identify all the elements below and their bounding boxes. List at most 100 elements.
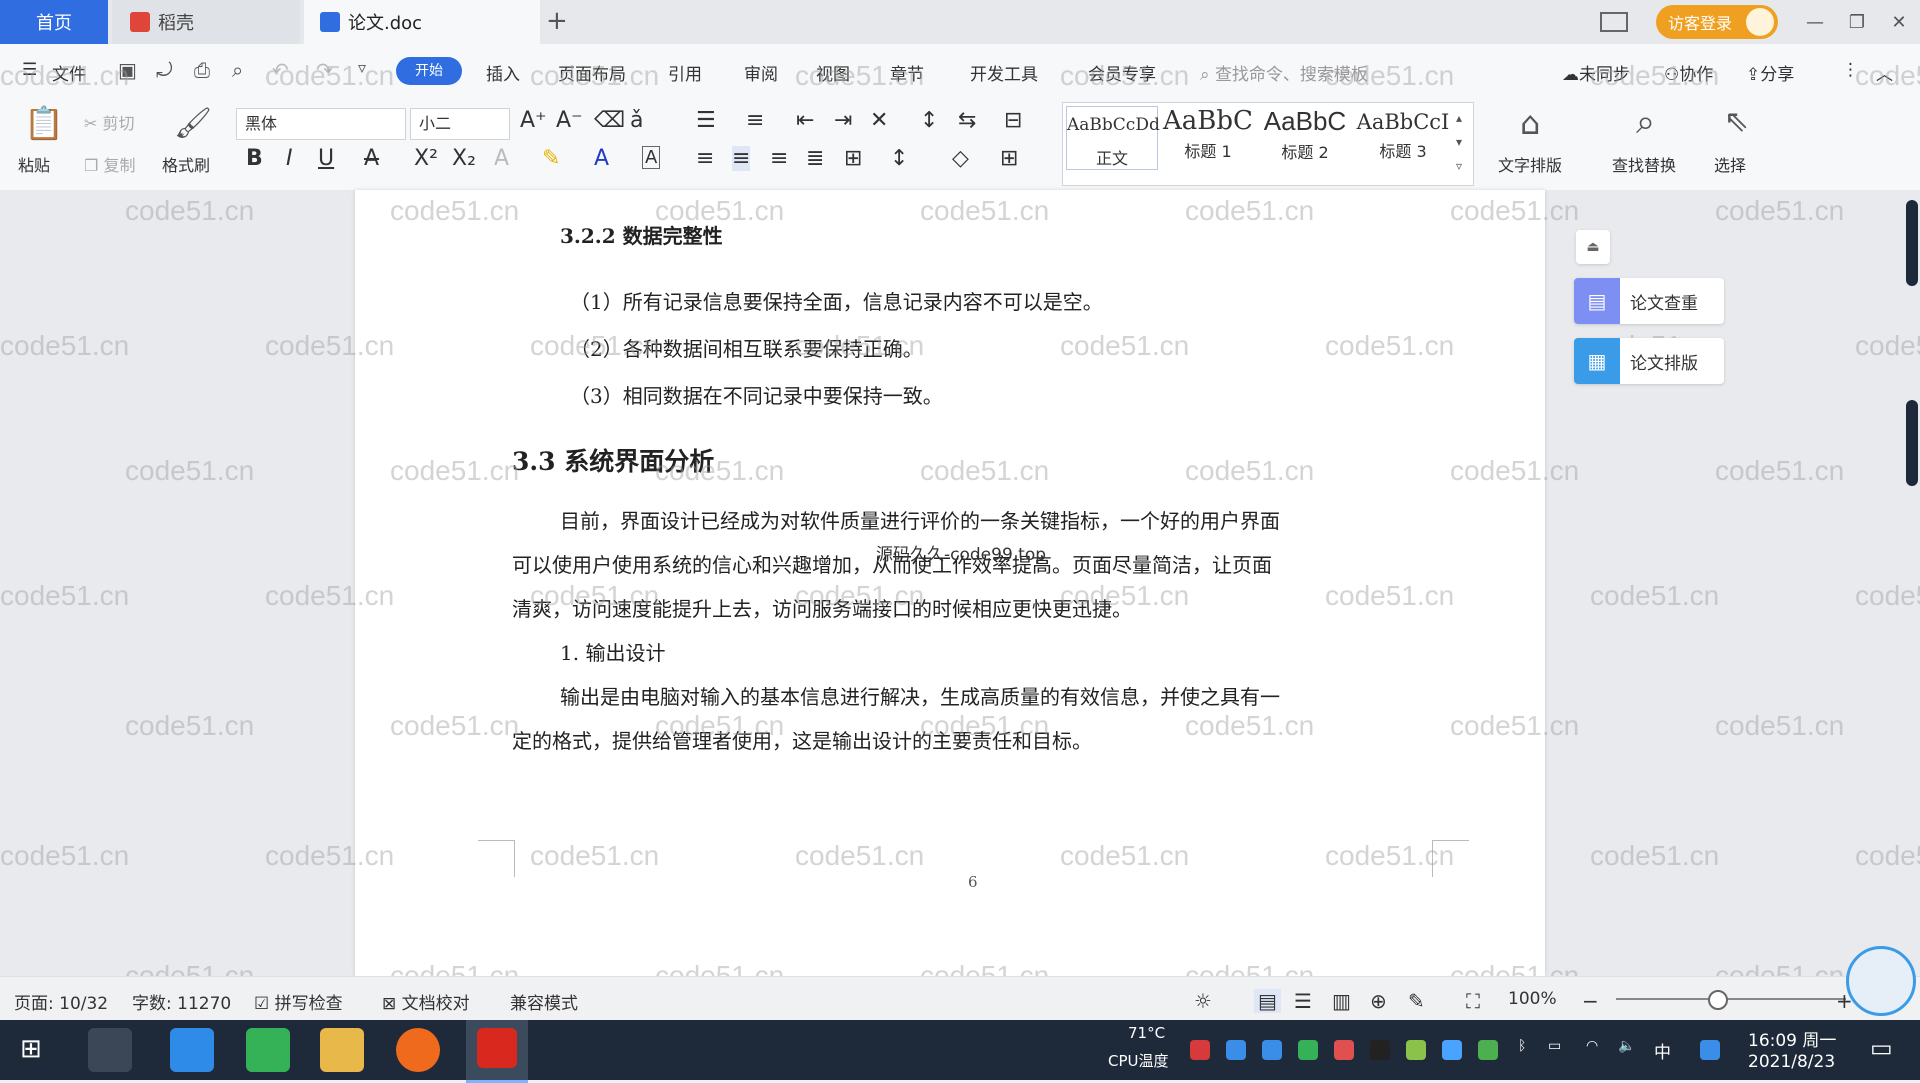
shading-icon[interactable]: ◇ bbox=[952, 146, 969, 171]
print-preview-icon[interactable]: ⌕ bbox=[232, 58, 243, 82]
menu-insert[interactable]: 插入 bbox=[486, 60, 520, 85]
save-icon[interactable]: ▣ bbox=[118, 58, 137, 82]
file-explorer-icon[interactable] bbox=[320, 1028, 364, 1072]
font-family-select[interactable]: 黑体 bbox=[236, 108, 406, 140]
menu-reference[interactable]: 引用 bbox=[668, 60, 702, 85]
grow-font-icon[interactable]: A⁺ bbox=[520, 108, 547, 133]
print-icon[interactable]: ⎙ bbox=[194, 58, 210, 82]
style-normal[interactable]: AaBbCcDd 正文 bbox=[1066, 106, 1160, 170]
find-replace-button[interactable]: 查找替换 bbox=[1612, 152, 1676, 176]
style-heading-2[interactable]: AaBbC 标题 2 bbox=[1258, 106, 1352, 163]
window-layout-icon[interactable] bbox=[1600, 12, 1628, 32]
align-right-icon[interactable]: ≡ bbox=[770, 146, 788, 171]
text-layout-button[interactable]: 文字排版 bbox=[1498, 152, 1562, 176]
outline-view-icon[interactable]: ☰ bbox=[1294, 989, 1312, 1013]
word-count[interactable]: 字数: 11270 bbox=[132, 989, 231, 1014]
menu-start[interactable]: 开始 bbox=[396, 57, 462, 85]
menu-view[interactable]: 视图 bbox=[816, 60, 850, 85]
tray-icon[interactable] bbox=[1226, 1040, 1246, 1060]
menu-dev-tools[interactable]: 开发工具 bbox=[970, 60, 1038, 85]
shield-icon[interactable] bbox=[1262, 1040, 1282, 1060]
volume-icon[interactable]: 🔈 bbox=[1618, 1038, 1635, 1054]
decrease-indent-icon[interactable]: ⇤ bbox=[796, 108, 814, 133]
fit-page-icon[interactable]: ⛶ bbox=[1466, 989, 1480, 1013]
hamburger-icon[interactable]: ☰ bbox=[22, 60, 37, 80]
clear-format-icon[interactable]: ⌫ bbox=[594, 108, 625, 133]
text-effect-icon[interactable]: A bbox=[494, 146, 509, 171]
collapse-panel-icon[interactable]: ⏏ bbox=[1576, 230, 1610, 264]
tray-icon[interactable] bbox=[1190, 1040, 1210, 1060]
restore-icon[interactable]: ❐ bbox=[1836, 12, 1878, 33]
paper-layout-button[interactable]: ▦ 论文排版 bbox=[1574, 338, 1724, 384]
eye-protection-icon[interactable]: ☼ bbox=[1194, 989, 1212, 1013]
align-center-icon[interactable]: ≡ bbox=[732, 146, 751, 171]
menu-chapter[interactable]: 章节 bbox=[890, 60, 924, 85]
reading-view-icon[interactable]: ▥ bbox=[1332, 989, 1351, 1013]
strikethrough-icon[interactable]: A bbox=[364, 146, 379, 171]
highlight-icon[interactable]: ✎ bbox=[542, 146, 560, 171]
search-tray-icon[interactable] bbox=[1700, 1040, 1720, 1060]
game-app-icon[interactable] bbox=[396, 1028, 440, 1072]
text-layout-icon[interactable]: ⌂ bbox=[1520, 104, 1540, 142]
collaborate-button[interactable]: ⚇协作 bbox=[1664, 60, 1713, 85]
find-icon[interactable]: ⌕ bbox=[1636, 102, 1655, 142]
writing-mode-icon[interactable]: ✎ bbox=[1408, 989, 1425, 1013]
align-left-icon[interactable]: ≡ bbox=[696, 146, 714, 171]
fan-app-icon[interactable] bbox=[88, 1028, 132, 1072]
cut-button[interactable]: ✂ 剪切 bbox=[84, 110, 135, 134]
paste-icon[interactable]: 📋 bbox=[24, 104, 64, 142]
battery-icon[interactable]: ▭ bbox=[1548, 1038, 1561, 1054]
subscript-icon[interactable]: X₂ bbox=[452, 146, 476, 171]
menu-review[interactable]: 审阅 bbox=[744, 60, 778, 85]
sort-icon[interactable]: ↕ bbox=[920, 108, 938, 133]
select-button[interactable]: 选择 bbox=[1714, 152, 1746, 176]
italic-icon[interactable]: I bbox=[286, 146, 293, 171]
quick-access-dropdown-icon[interactable]: ▿ bbox=[358, 58, 366, 77]
new-tab-button[interactable]: + bbox=[546, 6, 568, 36]
notification-icon[interactable]: ▭ bbox=[1870, 1034, 1893, 1062]
format-painter-button[interactable]: 格式刷 bbox=[162, 152, 210, 176]
tray-icon[interactable] bbox=[1442, 1040, 1462, 1060]
qq-icon[interactable] bbox=[1370, 1040, 1390, 1060]
clock-date[interactable]: 2021/8/23 bbox=[1748, 1052, 1835, 1072]
wifi-icon[interactable]: ◠ bbox=[1586, 1038, 1598, 1054]
windows-start-icon[interactable]: ⊞ bbox=[20, 1034, 42, 1064]
zoom-slider-handle[interactable] bbox=[1708, 990, 1728, 1010]
scrollbar-top-thumb[interactable] bbox=[1906, 200, 1918, 286]
nvidia-icon[interactable] bbox=[1478, 1040, 1498, 1060]
sync-icon[interactable]: ⤾ bbox=[156, 58, 173, 82]
tray-icon[interactable] bbox=[1334, 1040, 1354, 1060]
numbered-list-icon[interactable]: ≡ bbox=[746, 108, 764, 133]
ie-browser-icon[interactable] bbox=[170, 1028, 214, 1072]
page-indicator[interactable]: 页面: 10/32 bbox=[14, 989, 108, 1014]
format-painter-icon[interactable]: 🖌 bbox=[174, 106, 212, 141]
shrink-font-icon[interactable]: A⁻ bbox=[556, 108, 583, 133]
justify-icon[interactable]: ≣ bbox=[806, 146, 824, 171]
style-heading-1[interactable]: AaBbC 标题 1 bbox=[1160, 106, 1256, 162]
more-icon[interactable]: ⋮ bbox=[1842, 60, 1859, 80]
zoom-level[interactable]: 100% bbox=[1508, 989, 1557, 1009]
chinese-layout-icon[interactable]: ✕ bbox=[870, 108, 888, 133]
minimize-icon[interactable]: — bbox=[1794, 12, 1836, 33]
tab-home[interactable]: 首页 bbox=[0, 0, 108, 44]
proofread-button[interactable]: ⊠ 文档校对 bbox=[382, 989, 470, 1014]
increase-indent-icon[interactable]: ⇥ bbox=[834, 108, 852, 133]
redo-icon[interactable]: ↷ bbox=[316, 58, 333, 82]
cursor-select-icon[interactable]: ⇖ bbox=[1724, 104, 1749, 139]
style-heading-3[interactable]: AaBbCcI 标题 3 bbox=[1354, 106, 1452, 162]
zoom-out-icon[interactable]: − bbox=[1582, 989, 1599, 1013]
borders-icon[interactable]: ⊞ bbox=[1000, 146, 1018, 171]
page-view-icon[interactable]: ▤ bbox=[1254, 989, 1281, 1013]
bold-icon[interactable]: B bbox=[246, 146, 263, 171]
zoom-slider[interactable] bbox=[1616, 998, 1846, 1000]
web-view-icon[interactable]: ⊕ bbox=[1370, 989, 1387, 1013]
tab-stop-icon[interactable]: ⊟ bbox=[1004, 108, 1022, 133]
vertical-scrollbar-thumb[interactable] bbox=[1906, 400, 1918, 486]
assistant-robot-icon[interactable] bbox=[1846, 946, 1916, 1016]
distributed-icon[interactable]: ⊞ bbox=[844, 146, 862, 171]
paper-check-button[interactable]: ▤ 论文查重 bbox=[1574, 278, 1724, 324]
menu-member[interactable]: 会员专享 bbox=[1088, 60, 1156, 85]
tray-icon[interactable] bbox=[1298, 1040, 1318, 1060]
share-button[interactable]: ⇪分享 bbox=[1746, 60, 1794, 85]
sync-status-button[interactable]: ☁未同步 bbox=[1562, 60, 1630, 85]
